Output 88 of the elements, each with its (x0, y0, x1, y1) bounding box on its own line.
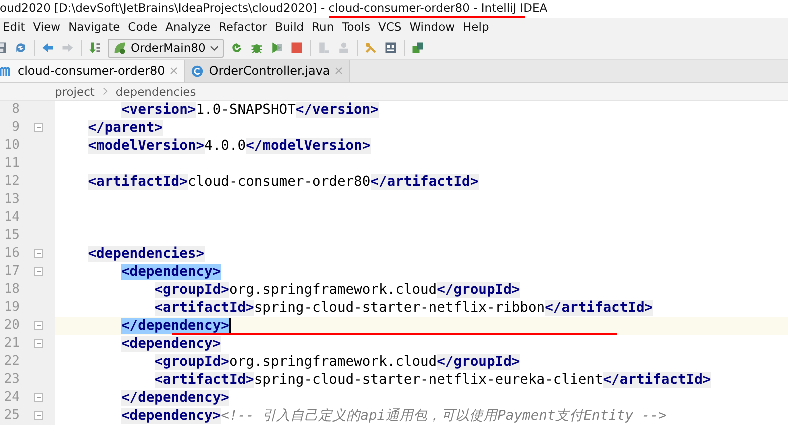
xml-tag: </groupId> (437, 354, 520, 370)
maven-icon (0, 64, 13, 78)
line-number: 8 (11, 101, 20, 119)
fold-marker-icon[interactable] (34, 393, 44, 403)
menu-item[interactable]: Window (406, 18, 460, 37)
line-number: 14 (3, 209, 20, 227)
close-icon[interactable] (335, 67, 344, 75)
xml-tag: <dependency> (121, 336, 222, 352)
tag-value: spring-cloud-starter-netflix-ribbon (254, 300, 546, 316)
forward-arrow-icon[interactable] (61, 41, 75, 55)
menu-item[interactable]: Navigate (64, 18, 124, 37)
xml-tag: <modelVersion> (88, 138, 205, 154)
wrench-icon[interactable] (364, 41, 378, 55)
menu-item[interactable]: VCS (374, 18, 406, 37)
close-icon[interactable] (170, 67, 178, 75)
tag-value: spring-cloud-starter-netflix-eureka-client (254, 372, 604, 388)
breadcrumb-item[interactable]: project (55, 84, 95, 98)
build-icon[interactable] (88, 41, 102, 55)
tag-value: 1.0-SNAPSHOT (196, 102, 296, 118)
line-number: 19 (3, 299, 20, 317)
menu-item[interactable]: Edit (0, 18, 30, 37)
line-number: 18 (3, 281, 20, 299)
fold-marker-icon[interactable] (34, 249, 44, 259)
line-number: 16 (3, 245, 20, 263)
matched-tag: </dependency> (121, 318, 230, 334)
menu-item[interactable]: Refactor (214, 18, 272, 37)
menu-item[interactable]: Tools (338, 18, 374, 37)
xml-tag: <version> (121, 102, 196, 118)
window-title: oud2020 [D:\devSoft\JetBrains\IdeaProjects\cloud2020] - cloud-consumer-order80 - IntelliJ IDEA (0, 1, 548, 15)
xml-tag: </version> (296, 102, 379, 118)
line-number: 21 (3, 335, 20, 353)
file-tab[interactable]: cloud-consumer-order80 (0, 60, 186, 82)
line-number: 23 (3, 371, 20, 389)
xml-tag: <dependencies> (88, 246, 205, 262)
xml-tag: </parent> (88, 120, 163, 136)
line-number: 9 (11, 119, 20, 137)
tag-value: 4.0.0 (204, 138, 246, 154)
line-number: 15 (3, 227, 20, 245)
person-icon[interactable] (336, 41, 351, 55)
chevron-icon (102, 87, 108, 96)
class-icon (191, 64, 204, 78)
sync-icon[interactable] (14, 41, 28, 55)
xml-tag: <artifactId> (154, 372, 254, 388)
xml-tag: </artifactId> (603, 372, 712, 388)
xml-tag: </groupId> (437, 282, 520, 298)
file-tab[interactable]: OrderController.java (185, 60, 350, 82)
xml-tag: <artifactId> (88, 174, 188, 190)
line-number: 24 (3, 389, 20, 407)
code-comment: <!-- 引入自己定义的api通用包，可以使用Payment支付Entity --> (221, 407, 667, 425)
stop-icon[interactable] (290, 41, 304, 55)
rerun-icon[interactable] (230, 41, 244, 55)
tag-value: org.springframework.cloud (229, 354, 438, 370)
matched-tag: <dependency> (121, 264, 222, 280)
fold-marker-icon[interactable] (34, 267, 44, 277)
leaf-icon (113, 41, 127, 55)
tag-value: cloud-consumer-order80 (188, 174, 371, 190)
tag-value: org.springframework.cloud (229, 282, 438, 298)
xml-tag: </artifactId> (545, 300, 654, 316)
menu-item[interactable]: Code (124, 18, 162, 37)
line-number: 13 (3, 191, 20, 209)
xml-tag: <artifactId> (154, 300, 254, 316)
fold-marker-icon[interactable] (34, 411, 44, 421)
menu-item[interactable]: Help (459, 18, 494, 37)
line-number: 25 (3, 407, 20, 425)
breadcrumb-item[interactable]: dependencies (116, 84, 196, 98)
line-number: 22 (3, 353, 20, 371)
xml-tag: <dependency> (121, 408, 222, 424)
xml-tag: </artifactId> (370, 174, 479, 190)
fold-marker-icon[interactable] (34, 123, 44, 133)
line-number: 12 (3, 173, 20, 191)
run-config-dropdown[interactable]: OrderMain80 (108, 38, 224, 58)
text-cursor (229, 318, 232, 334)
line-number: 17 (3, 263, 20, 281)
menu-item[interactable]: Analyze (162, 18, 215, 37)
xml-tag: </dependency> (121, 390, 230, 406)
line-number: 20 (3, 317, 20, 335)
xml-tag: </modelVersion> (246, 138, 371, 154)
fold-marker-icon[interactable] (34, 321, 44, 331)
line-number: 11 (3, 155, 20, 173)
fold-marker-icon[interactable] (34, 339, 44, 349)
menu-item[interactable]: View (29, 18, 65, 37)
xml-tag: <groupId> (154, 282, 230, 298)
menu-item[interactable]: Build (271, 18, 308, 37)
caret-icon (210, 44, 219, 52)
back-arrow-icon[interactable] (41, 41, 55, 55)
xml-tag: <groupId> (154, 354, 230, 370)
menu-item[interactable]: Run (308, 18, 338, 37)
line-number: 10 (3, 137, 20, 155)
